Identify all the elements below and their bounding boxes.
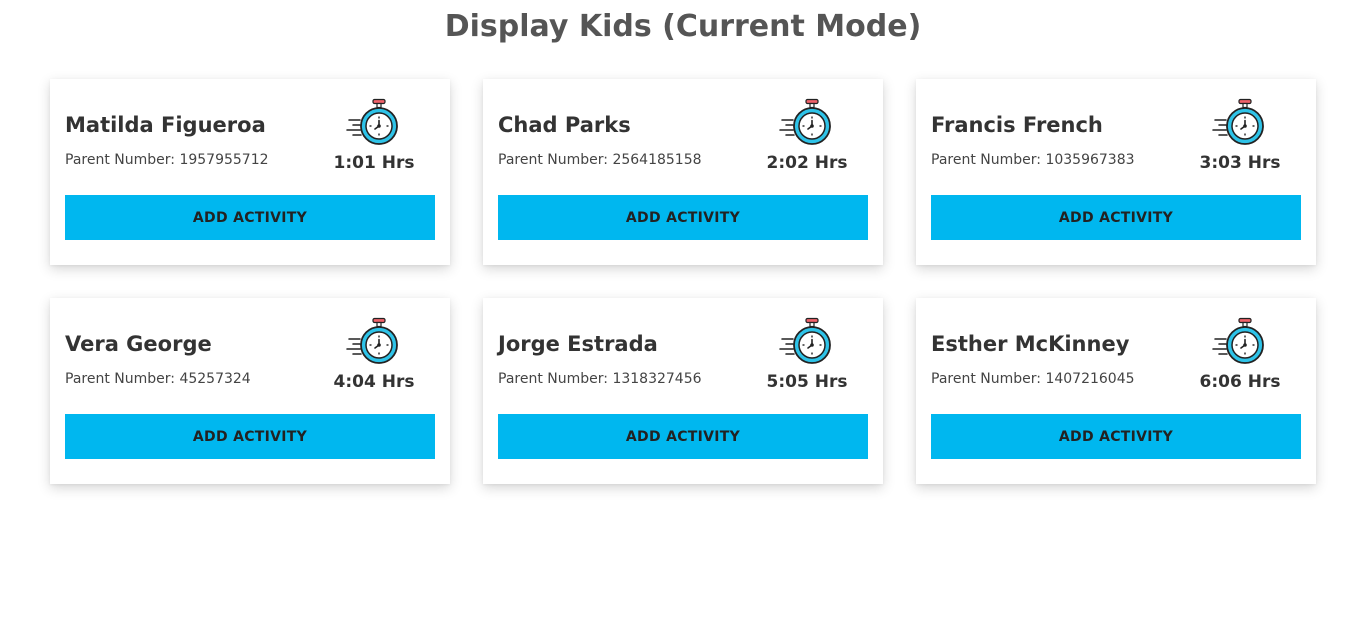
add-activity-button[interactable]: ADD ACTIVITY <box>65 414 435 459</box>
stopwatch-icon <box>779 98 831 145</box>
parent-number: Parent Number: 45257324 <box>65 370 251 388</box>
kid-name: Vera George <box>65 332 212 356</box>
parent-number: Parent Number: 1318327456 <box>498 370 702 388</box>
parent-number-label: Parent Number: <box>498 152 608 168</box>
page-title: Display Kids (Current Mode) <box>444 9 922 44</box>
add-activity-button[interactable]: ADD ACTIVITY <box>498 195 868 240</box>
add-activity-button[interactable]: ADD ACTIVITY <box>498 414 868 459</box>
kid-card: Esther McKinney Parent Number: 140721604… <box>916 298 1316 484</box>
parent-number-value: 45257324 <box>179 371 251 387</box>
parent-number: Parent Number: 1957955712 <box>65 151 269 169</box>
kid-card: Matilda Figueroa Parent Number: 19579557… <box>50 79 450 265</box>
kid-name: Francis French <box>931 113 1103 137</box>
parent-number-label: Parent Number: <box>65 152 175 168</box>
parent-number-label: Parent Number: <box>498 371 608 387</box>
kid-card: Chad Parks Parent Number: 2564185158 2:0… <box>483 79 883 265</box>
parent-number-label: Parent Number: <box>931 152 1041 168</box>
kids-grid: Matilda Figueroa Parent Number: 19579557… <box>50 79 1316 484</box>
parent-number-value: 1318327456 <box>612 371 702 387</box>
parent-number-value: 1035967383 <box>1045 152 1135 168</box>
add-activity-button[interactable]: ADD ACTIVITY <box>65 195 435 240</box>
hours-value: 3:03 Hrs <box>1199 153 1281 173</box>
kid-name: Esther McKinney <box>931 332 1130 356</box>
kid-name: Chad Parks <box>498 113 631 137</box>
hours-value: 2:02 Hrs <box>766 153 848 173</box>
parent-number-value: 2564185158 <box>612 152 702 168</box>
add-activity-button[interactable]: ADD ACTIVITY <box>931 195 1301 240</box>
hours-value: 6:06 Hrs <box>1199 372 1281 392</box>
parent-number: Parent Number: 2564185158 <box>498 151 702 169</box>
stopwatch-icon <box>346 98 398 145</box>
parent-number: Parent Number: 1407216045 <box>931 370 1135 388</box>
hours-value: 1:01 Hrs <box>333 153 415 173</box>
kid-card: Vera George Parent Number: 45257324 4:04… <box>50 298 450 484</box>
parent-number-value: 1407216045 <box>1045 371 1135 387</box>
kid-name: Matilda Figueroa <box>65 113 266 137</box>
parent-number-value: 1957955712 <box>179 152 269 168</box>
hours-value: 4:04 Hrs <box>333 372 415 392</box>
parent-number-label: Parent Number: <box>931 371 1041 387</box>
parent-number: Parent Number: 1035967383 <box>931 151 1135 169</box>
stopwatch-icon <box>1212 317 1264 364</box>
kid-card: Jorge Estrada Parent Number: 1318327456 … <box>483 298 883 484</box>
kid-card: Francis French Parent Number: 1035967383… <box>916 79 1316 265</box>
stopwatch-icon <box>1212 98 1264 145</box>
kid-name: Jorge Estrada <box>498 332 658 356</box>
hours-value: 5:05 Hrs <box>766 372 848 392</box>
stopwatch-icon <box>346 317 398 364</box>
parent-number-label: Parent Number: <box>65 371 175 387</box>
add-activity-button[interactable]: ADD ACTIVITY <box>931 414 1301 459</box>
stopwatch-icon <box>779 317 831 364</box>
